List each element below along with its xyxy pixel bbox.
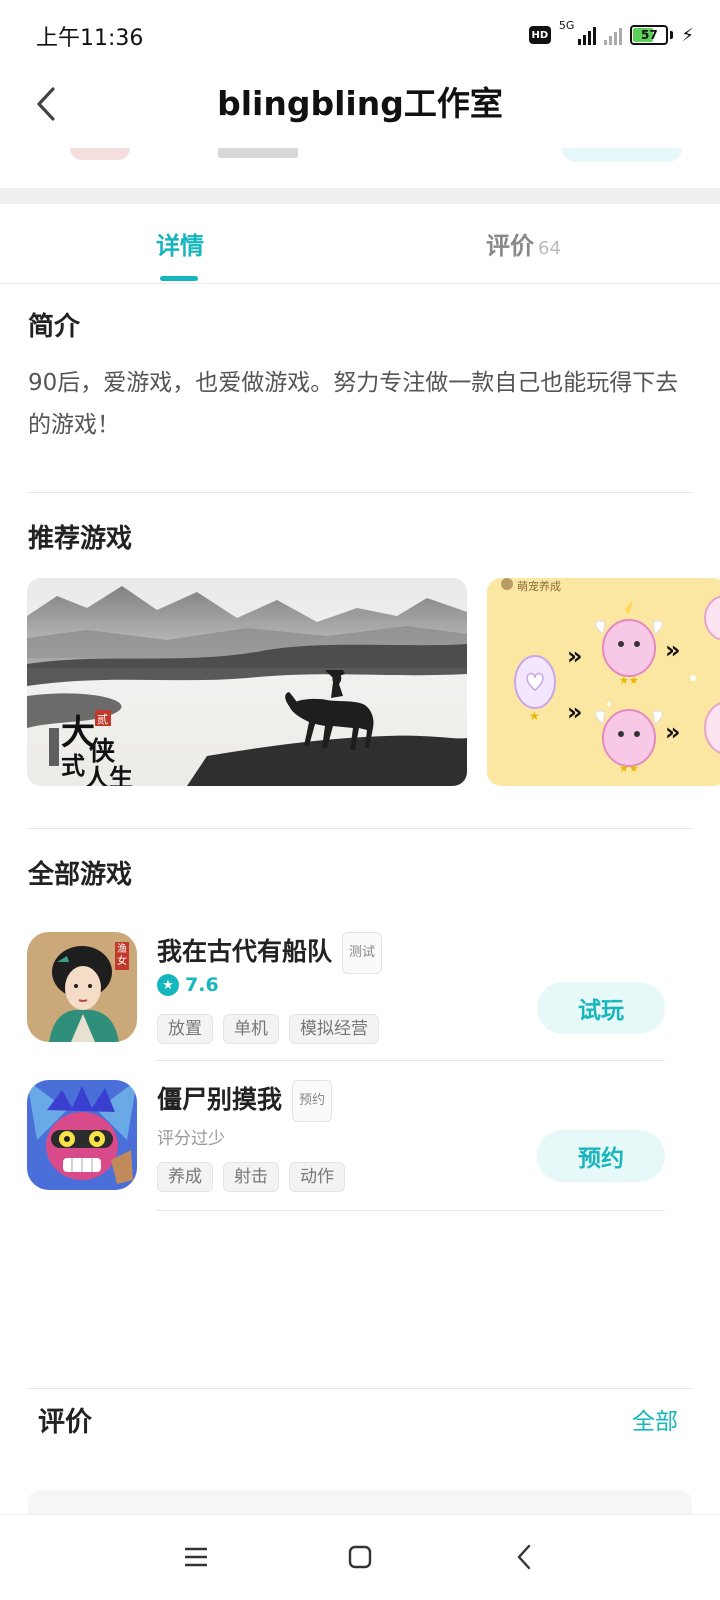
svg-text:萌宠养成: 萌宠养成 bbox=[517, 579, 561, 593]
signal-icon bbox=[578, 25, 597, 45]
svg-text:»: » bbox=[665, 636, 681, 664]
tab-reviews-count: 64 bbox=[538, 238, 561, 259]
tag[interactable]: 单机 bbox=[223, 1014, 279, 1044]
intro-title: 简介 bbox=[28, 312, 81, 342]
intro-text: 90后，爱游戏，也爱做游戏。努力专注做一款自己也能玩得下去的游戏！ bbox=[28, 370, 679, 438]
menu-icon bbox=[185, 1547, 207, 1567]
recommended-title: 推荐游戏 bbox=[28, 524, 133, 554]
signal-icon-secondary bbox=[604, 25, 623, 45]
tab-detail[interactable]: 详情 bbox=[130, 226, 230, 266]
home-square-icon bbox=[348, 1545, 372, 1569]
reserve-button[interactable]: 预约 bbox=[537, 1130, 665, 1182]
all-games-title: 全部游戏 bbox=[28, 860, 133, 890]
svg-text:★★: ★★ bbox=[619, 762, 639, 775]
svg-text:人生: 人生 bbox=[85, 763, 133, 786]
network-type: 5G bbox=[558, 19, 575, 32]
profile-peek bbox=[0, 148, 720, 188]
battery-level: 57 bbox=[641, 28, 658, 42]
svg-text:»: » bbox=[567, 642, 583, 670]
reserve-badge: 预约 bbox=[292, 1080, 333, 1122]
svg-text:»: » bbox=[665, 718, 681, 746]
row-divider bbox=[157, 1210, 665, 1211]
try-play-button[interactable]: 试玩 bbox=[537, 982, 665, 1034]
divider bbox=[28, 492, 692, 493]
tab-reviews[interactable]: 评价 64 bbox=[486, 226, 606, 266]
star-icon: ★ bbox=[157, 974, 179, 996]
rating-note: 评分过少 bbox=[157, 1129, 225, 1149]
game-logo: 大 侠 式 人生 贰 bbox=[49, 710, 133, 786]
home-button[interactable] bbox=[330, 1535, 390, 1579]
tab-bar: 详情 评价 64 bbox=[0, 204, 720, 284]
tab-reviews-label: 评价 bbox=[486, 232, 534, 260]
charging-icon: ⚡ bbox=[681, 24, 694, 46]
svg-text:★: ★ bbox=[529, 709, 540, 723]
divider bbox=[28, 828, 692, 829]
status-icons: HD 5G 57 ⚡ bbox=[528, 19, 694, 50]
battery-icon: 57 bbox=[630, 25, 669, 45]
page-title: blingbling工作室 bbox=[217, 84, 503, 123]
system-nav-bar bbox=[0, 1514, 720, 1600]
follow-button[interactable] bbox=[562, 148, 682, 162]
game-row-0[interactable]: 渔女 我在古代有船队 测试 ★ 7.6 放置 单机 模拟经营 试玩 bbox=[27, 932, 667, 1052]
divider bbox=[28, 1388, 692, 1389]
hd-icon: HD bbox=[528, 26, 551, 44]
game-row-1[interactable]: 僵尸别摸我 预约 评分过少 养成 射击 动作 预约 bbox=[27, 1080, 667, 1200]
reviews-title: 评价 bbox=[38, 1407, 92, 1438]
tag[interactable]: 动作 bbox=[289, 1162, 345, 1192]
app-header: blingbling工作室 bbox=[0, 68, 720, 148]
test-badge: 测试 bbox=[342, 932, 383, 974]
zombie-icon[interactable] bbox=[27, 1080, 137, 1190]
game-name[interactable]: 我在古代有船队 测试 bbox=[157, 932, 383, 974]
tag[interactable]: 射击 bbox=[223, 1162, 279, 1192]
pet-eggs-image: 萌宠养成 ★ » » ★★ ★★ » » bbox=[501, 578, 720, 775]
svg-text:贰: 贰 bbox=[97, 712, 108, 726]
menu-button[interactable] bbox=[166, 1535, 226, 1579]
status-bar: 上午11:36 HD 5G 57 ⚡ bbox=[0, 0, 720, 68]
svg-text:★★: ★★ bbox=[619, 674, 639, 687]
svg-text:»: » bbox=[567, 698, 583, 726]
back-icon bbox=[517, 1544, 531, 1570]
game-name[interactable]: 僵尸别摸我 预约 bbox=[157, 1080, 333, 1122]
reviews-all-link[interactable]: 全部 bbox=[632, 1402, 678, 1436]
tag[interactable]: 养成 bbox=[157, 1162, 213, 1192]
tag[interactable]: 模拟经营 bbox=[289, 1014, 379, 1044]
ink-landscape-image: 大 侠 式 人生 贰 bbox=[27, 586, 467, 786]
game-tags: 养成 射击 动作 bbox=[157, 1162, 345, 1192]
reviews-header: 评价 全部 bbox=[0, 1390, 720, 1450]
icon-badge: 渔女 bbox=[117, 944, 127, 967]
tag[interactable]: 放置 bbox=[157, 1014, 213, 1044]
recommended-banner-wuxia[interactable]: 大 侠 式 人生 贰 bbox=[27, 578, 467, 786]
game-tags: 放置 单机 模拟经营 bbox=[157, 1014, 379, 1044]
svg-text:式: 式 bbox=[61, 751, 85, 780]
row-divider bbox=[157, 1060, 665, 1061]
review-card[interactable] bbox=[28, 1490, 692, 1514]
studio-avatar bbox=[70, 148, 130, 160]
game-rating: ★ 7.6 bbox=[157, 974, 219, 996]
recommended-banner-pet[interactable]: 萌宠养成 ★ » » ★★ ★★ » » bbox=[487, 578, 720, 786]
ancient-lady-icon[interactable]: 渔女 bbox=[27, 932, 137, 1042]
status-time: 上午11:36 bbox=[36, 26, 144, 51]
system-back-button[interactable] bbox=[494, 1535, 554, 1579]
tab-indicator bbox=[160, 276, 198, 281]
